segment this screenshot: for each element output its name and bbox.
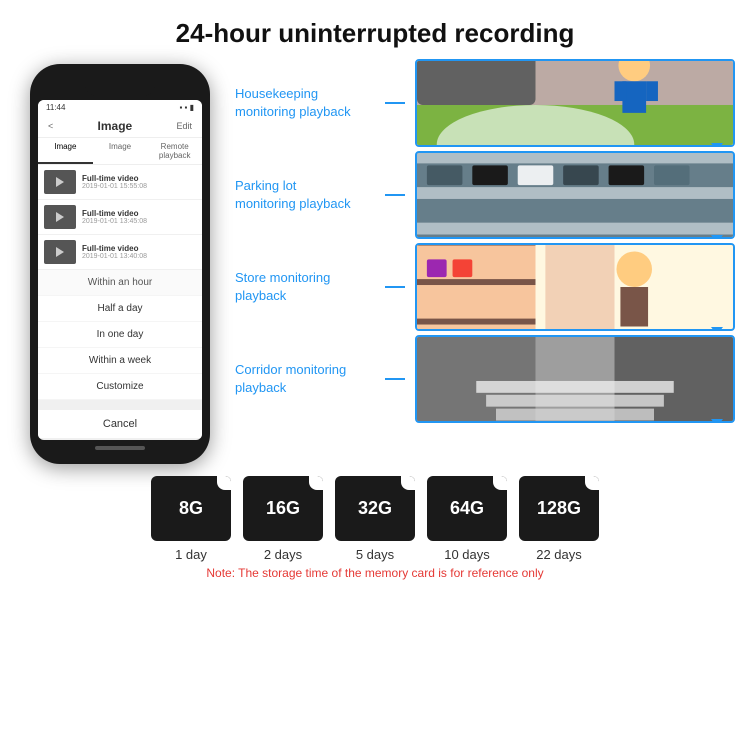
corridor-label: Corridor monitoringplayback xyxy=(235,361,375,397)
phone-mockup: 11:44 ▪ ▪ ▮ < Image Edit Image Image Rem… xyxy=(30,64,210,464)
storage-item-64g: 64G 10 days xyxy=(427,476,507,562)
sd-card-label-8g: 8G xyxy=(179,498,203,519)
phone-icons: ▪ ▪ ▮ xyxy=(179,103,194,112)
phone-notch xyxy=(85,76,155,96)
corridor-image xyxy=(415,335,735,423)
sd-card-32g: 32G xyxy=(335,476,415,541)
video-date-2: 2019-01-01 13:45:08 xyxy=(82,218,196,225)
page-header: 24-hour uninterrupted recording xyxy=(0,0,750,59)
monitoring-store: Store monitoringplayback xyxy=(235,243,735,331)
sd-card-64g: 64G xyxy=(427,476,507,541)
sd-card-128g: 128G xyxy=(519,476,599,541)
video-item-3[interactable]: Full-time video 2019-01-01 13:40:08 xyxy=(38,235,202,270)
phone-cancel-btn[interactable]: Cancel xyxy=(38,404,202,438)
phone-status-bar: 11:44 ▪ ▪ ▮ xyxy=(38,100,202,115)
phone-tabs: Image Image Remote playback xyxy=(38,138,202,165)
phone-screen: 11:44 ▪ ▪ ▮ < Image Edit Image Image Rem… xyxy=(38,100,202,440)
video-thumb-1 xyxy=(44,170,76,194)
storage-days-16g: 2 days xyxy=(264,547,302,562)
sd-card-label-32g: 32G xyxy=(358,498,392,519)
storage-item-128g: 128G 22 days xyxy=(519,476,599,562)
phone-screen-title: Image xyxy=(98,119,133,133)
housekeeping-label: Housekeepingmonitoring playback xyxy=(235,85,375,121)
dropdown-one-day[interactable]: In one day xyxy=(38,322,202,348)
tab-image[interactable]: Image xyxy=(38,138,93,164)
storage-section: 8G 1 day 16G 2 days 32G 5 days 64G 10 da… xyxy=(0,464,750,586)
storage-item-16g: 16G 2 days xyxy=(243,476,323,562)
video-title-2: Full-time video xyxy=(82,209,196,218)
video-date-1: 2019-01-01 15:55:08 xyxy=(82,183,196,190)
monitoring-corridor: Corridor monitoringplayback xyxy=(235,335,735,423)
video-info-2: Full-time video 2019-01-01 13:45:08 xyxy=(82,209,196,225)
tab-remote[interactable]: Remote playback xyxy=(147,138,202,164)
sd-card-label-128g: 128G xyxy=(537,498,581,519)
video-info-3: Full-time video 2019-01-01 13:40:08 xyxy=(82,244,196,260)
sd-card-label-64g: 64G xyxy=(450,498,484,519)
phone-app-header: < Image Edit xyxy=(38,115,202,138)
phone-time: 11:44 xyxy=(46,103,65,112)
video-item-2[interactable]: Full-time video 2019-01-01 13:45:08 xyxy=(38,200,202,235)
parking-photo xyxy=(417,153,733,237)
parking-connector xyxy=(385,194,405,196)
storage-item-8g: 8G 1 day xyxy=(151,476,231,562)
corridor-label-text: Corridor monitoringplayback xyxy=(235,362,346,395)
store-photo xyxy=(417,245,733,329)
dropdown-within-week[interactable]: Within a week xyxy=(38,348,202,374)
sd-card-notch-64g xyxy=(493,476,507,490)
housekeeping-arrow xyxy=(711,143,723,147)
video-title-3: Full-time video xyxy=(82,244,196,253)
dropdown-customize[interactable]: Customize xyxy=(38,374,202,400)
video-thumb-3 xyxy=(44,240,76,264)
store-label: Store monitoringplayback xyxy=(235,269,375,305)
video-date-3: 2019-01-01 13:40:08 xyxy=(82,253,196,260)
monitoring-parking: Parking lotmonitoring playback xyxy=(235,151,735,239)
phone-edit-btn[interactable]: Edit xyxy=(176,121,192,131)
storage-item-32g: 32G 5 days xyxy=(335,476,415,562)
storage-days-8g: 1 day xyxy=(175,547,207,562)
storage-cards: 8G 1 day 16G 2 days 32G 5 days 64G 10 da… xyxy=(151,476,599,562)
sd-card-8g: 8G xyxy=(151,476,231,541)
store-connector xyxy=(385,286,405,288)
phone-back-btn[interactable]: < xyxy=(48,121,53,131)
video-info-1: Full-time video 2019-01-01 15:55:08 xyxy=(82,174,196,190)
corridor-arrow xyxy=(711,419,723,423)
sd-card-notch-32g xyxy=(401,476,415,490)
phone-video-list: Full-time video 2019-01-01 15:55:08 Full… xyxy=(38,165,202,270)
page-title: 24-hour uninterrupted recording xyxy=(20,18,730,49)
monitoring-section: Housekeepingmonitoring playback xyxy=(230,59,740,464)
parking-arrow xyxy=(711,235,723,239)
storage-days-32g: 5 days xyxy=(356,547,394,562)
parking-label: Parking lotmonitoring playback xyxy=(235,177,375,213)
corridor-connector xyxy=(385,378,405,380)
tab-image2[interactable]: Image xyxy=(93,138,148,164)
sd-card-notch-128g xyxy=(585,476,599,490)
sd-card-label-16g: 16G xyxy=(266,498,300,519)
housekeeping-photo xyxy=(417,61,733,145)
dropdown-half-day[interactable]: Half a day xyxy=(38,296,202,322)
corridor-photo xyxy=(417,337,733,421)
storage-days-64g: 10 days xyxy=(444,547,490,562)
housekeeping-connector xyxy=(385,102,405,104)
phone-section: 11:44 ▪ ▪ ▮ < Image Edit Image Image Rem… xyxy=(10,59,230,464)
monitoring-housekeeping: Housekeepingmonitoring playback xyxy=(235,59,735,147)
store-image xyxy=(415,243,735,331)
phone-dropdown: Within an hour Half a day In one day Wit… xyxy=(38,270,202,400)
sd-card-16g: 16G xyxy=(243,476,323,541)
store-label-text: Store monitoringplayback xyxy=(235,270,330,303)
dropdown-within-hour[interactable]: Within an hour xyxy=(38,270,202,296)
video-title-1: Full-time video xyxy=(82,174,196,183)
main-content: 11:44 ▪ ▪ ▮ < Image Edit Image Image Rem… xyxy=(0,59,750,464)
sd-card-notch-16g xyxy=(309,476,323,490)
video-item-1[interactable]: Full-time video 2019-01-01 15:55:08 xyxy=(38,165,202,200)
housekeeping-image xyxy=(415,59,735,147)
parking-label-text: Parking lotmonitoring playback xyxy=(235,178,351,211)
storage-days-128g: 22 days xyxy=(536,547,582,562)
phone-home-indicator xyxy=(95,446,145,450)
video-thumb-2 xyxy=(44,205,76,229)
parking-image xyxy=(415,151,735,239)
storage-note: Note: The storage time of the memory car… xyxy=(206,566,543,580)
store-arrow xyxy=(711,327,723,331)
sd-card-notch-8g xyxy=(217,476,231,490)
housekeeping-label-text: Housekeepingmonitoring playback xyxy=(235,86,351,119)
